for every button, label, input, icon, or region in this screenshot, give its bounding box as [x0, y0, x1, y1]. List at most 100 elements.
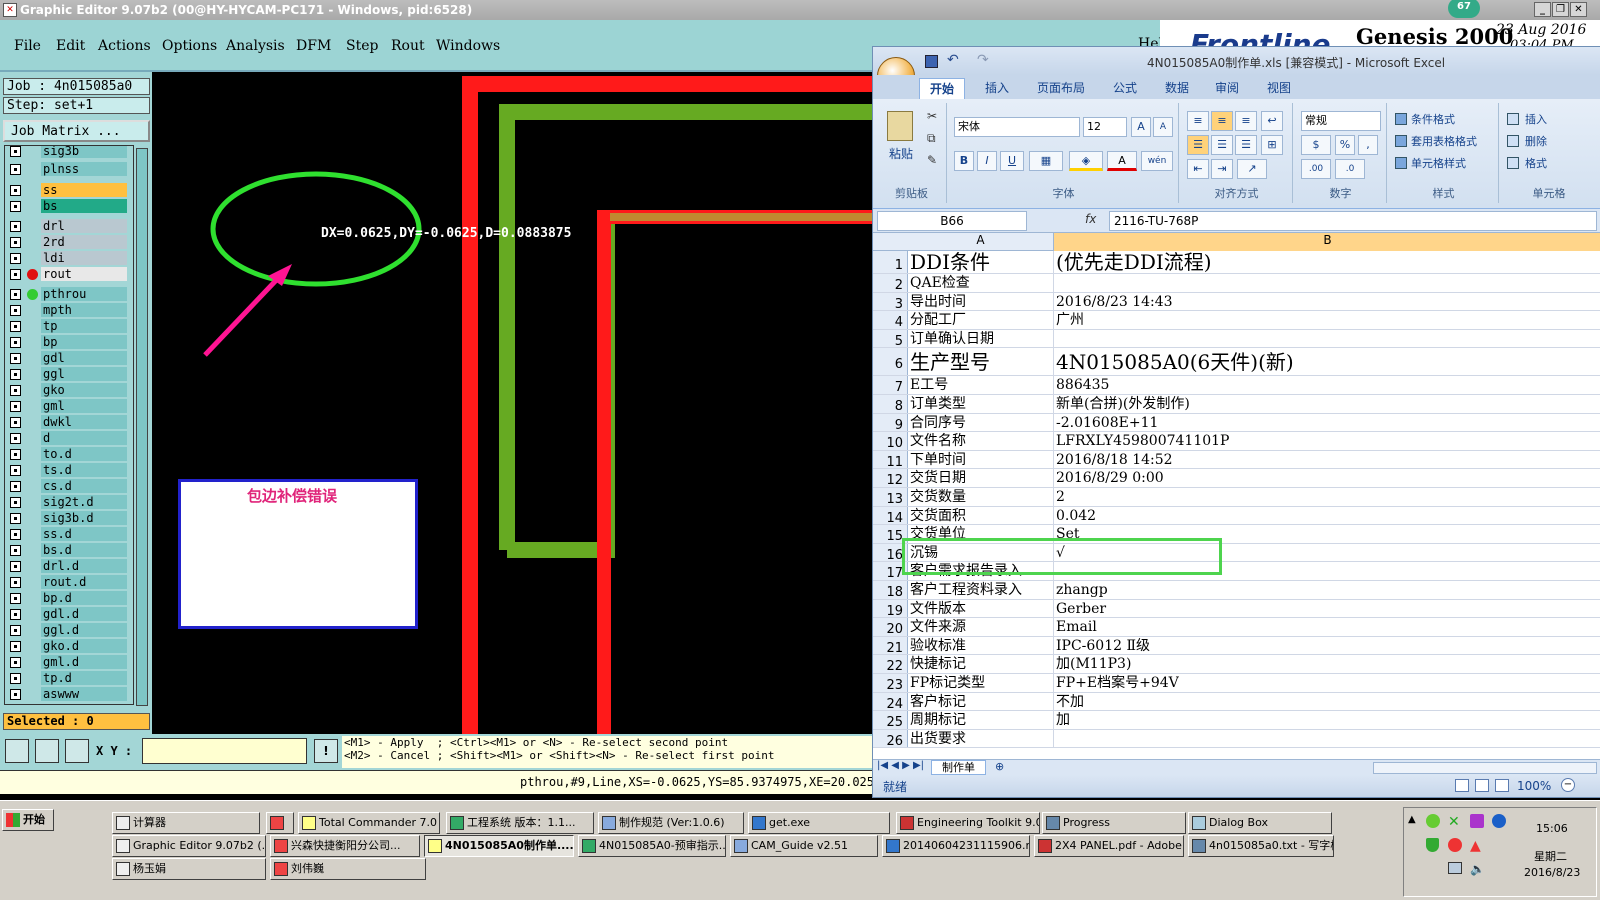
zoom-level[interactable]: 100%	[1517, 779, 1551, 793]
layer-row[interactable]: ss.d	[5, 527, 133, 541]
layer-name[interactable]: ldi	[41, 251, 127, 265]
layer-name[interactable]: gdl.d	[41, 607, 127, 621]
shrink-font-button[interactable]: A	[1153, 117, 1173, 137]
excel-title-bar[interactable]: ↶ ↷ 4N015085A0制作单.xls [兼容模式] - Microsoft…	[873, 47, 1600, 95]
layer-checkbox[interactable]	[10, 201, 21, 212]
layer-row[interactable]: ss	[5, 183, 133, 197]
save-icon[interactable]	[925, 55, 938, 68]
cell-a[interactable]: 周期标记	[908, 711, 1054, 729]
layer-name[interactable]: bs.d	[41, 543, 127, 557]
layer-name[interactable]: pthrou	[41, 287, 127, 301]
layer-row[interactable]: sig2t.d	[5, 495, 133, 509]
table-row[interactable]: 10 文件名称 LFRXLY459800741101P	[873, 432, 1600, 451]
row-header[interactable]: 11	[873, 450, 908, 470]
table-row[interactable]: 1 DDI条件 (优先走DDI流程)	[873, 251, 1600, 274]
layer-row[interactable]: gml.d	[5, 655, 133, 669]
layer-row[interactable]: ldi	[5, 251, 133, 265]
table-row[interactable]: 20 文件来源 Email	[873, 618, 1600, 637]
undo-icon[interactable]: ↶	[947, 52, 959, 68]
cell-b[interactable]: 加	[1054, 711, 1600, 729]
cell-a[interactable]: FP标记类型	[908, 674, 1054, 692]
layer-row[interactable]: bs	[5, 199, 133, 213]
redo-icon[interactable]: ↷	[977, 52, 989, 68]
layer-row[interactable]: pthrou	[5, 287, 133, 301]
cell-b[interactable]: IPC-6012 Ⅱ级	[1054, 637, 1600, 655]
minimize-icon[interactable]: _	[1534, 2, 1551, 17]
layer-checkbox[interactable]	[10, 185, 21, 196]
table-row[interactable]: 8 订单类型 新单(合拼)(外发制作)	[873, 395, 1600, 414]
layer-checkbox[interactable]	[10, 529, 21, 540]
decrease-decimal-button[interactable]: .0	[1335, 159, 1365, 179]
align-right-button[interactable]: ☰	[1235, 135, 1257, 155]
tray-icon-7[interactable]: ▲	[1470, 838, 1481, 854]
menu-rout[interactable]: Rout	[391, 38, 425, 54]
cell-b[interactable]: (优先走DDI流程)	[1054, 251, 1600, 273]
layer-checkbox[interactable]	[10, 545, 21, 556]
layer-name[interactable]: bp	[41, 335, 127, 349]
column-header-b[interactable]: B	[1054, 233, 1600, 251]
menu-options[interactable]: Options	[162, 38, 217, 54]
layer-name[interactable]: d	[41, 431, 127, 445]
cell-a[interactable]: 下单时间	[908, 450, 1054, 469]
layer-row[interactable]: cs.d	[5, 479, 133, 493]
layer-checkbox[interactable]	[10, 337, 21, 348]
formula-input[interactable]: 2116-TU-768P	[1109, 211, 1597, 231]
layer-name[interactable]: to.d	[41, 447, 127, 461]
close-icon[interactable]: ✕	[1570, 2, 1587, 17]
taskbar-button[interactable]: Progress	[1042, 812, 1186, 834]
taskbar-button[interactable]: Graphic Editor 9.07b2 (...	[112, 835, 266, 857]
row-header[interactable]: 26	[873, 729, 908, 749]
taskbar-button[interactable]: 计算器	[112, 812, 260, 834]
cell-b[interactable]: Email	[1054, 618, 1600, 636]
layer-name[interactable]: sig3b.d	[41, 511, 127, 525]
layer-checkbox[interactable]	[10, 497, 21, 508]
taskbar-button[interactable]: 刘伟巍	[270, 858, 426, 880]
cell-a[interactable]: 验收标准	[908, 636, 1054, 655]
layer-checkbox[interactable]	[10, 401, 21, 412]
zoom-out-icon[interactable]: −	[1561, 778, 1575, 792]
table-row[interactable]: 25 周期标记加	[873, 711, 1600, 730]
table-row[interactable]: 18 客户工程资料录入 zhangp	[873, 581, 1600, 600]
layer-row[interactable]: drl.d	[5, 559, 133, 573]
layer-name[interactable]: dwkl	[41, 415, 127, 429]
sheet-tab[interactable]: 制作单	[931, 760, 986, 775]
layer-checkbox[interactable]	[10, 417, 21, 428]
row-header[interactable]: 12	[873, 469, 908, 488]
align-bottom-button[interactable]: ≡	[1235, 111, 1257, 131]
row-header[interactable]: 25	[873, 711, 908, 730]
menu-step[interactable]: Step	[346, 38, 378, 54]
cell-a[interactable]: 合同序号	[908, 413, 1054, 432]
table-row[interactable]: 5 订单确认日期	[873, 329, 1600, 349]
layer-checkbox[interactable]	[10, 609, 21, 620]
cell-b[interactable]: 加(M11P3)	[1054, 655, 1600, 673]
layer-checkbox[interactable]	[10, 513, 21, 524]
cell-b[interactable]: 新单(合拼)(外发制作)	[1054, 395, 1600, 413]
insert-cells-button[interactable]: 插入	[1525, 111, 1547, 127]
layer-row[interactable]: sig3b.d	[5, 511, 133, 525]
table-row[interactable]: 19 文件版本 Gerber	[873, 599, 1600, 619]
layer-list[interactable]: sig3b plnss ss bs drl 2rd ldi rout pthrou mpth tp b…	[4, 145, 134, 705]
paste-icon[interactable]	[887, 111, 913, 141]
tab-data[interactable]: 数据	[1155, 78, 1199, 99]
menu-actions[interactable]: Actions	[98, 38, 151, 54]
layer-checkbox[interactable]	[10, 689, 21, 700]
network-icon[interactable]	[1448, 862, 1462, 874]
indent-increase-button[interactable]: ⇥	[1211, 159, 1233, 179]
taskbar-button[interactable]: 2X4 PANEL.pdf - Adobe...	[1034, 835, 1184, 857]
table-row[interactable]: 4 分配工厂 广州	[873, 311, 1600, 330]
clock-time[interactable]: 15:06	[1536, 822, 1568, 835]
cell-a[interactable]: 分配工厂	[908, 311, 1054, 329]
row-header[interactable]: 8	[873, 395, 908, 414]
taskbar-button[interactable]: get.exe	[748, 812, 890, 834]
genesis-title-bar[interactable]: ✕ Graphic Editor 9.07b2 (00@HY-HYCAM-PC1…	[0, 0, 1600, 20]
view-normal-icon[interactable]	[1455, 779, 1469, 792]
row-header[interactable]: 1	[873, 251, 908, 273]
layer-name[interactable]: gko	[41, 383, 127, 397]
cell-b[interactable]: LFRXLY459800741101P	[1054, 432, 1600, 450]
paste-label[interactable]: 粘贴	[889, 145, 913, 162]
layer-row[interactable]: bs.d	[5, 543, 133, 557]
layer-checkbox[interactable]	[10, 353, 21, 364]
cut-icon[interactable]: ✂	[927, 109, 937, 123]
number-format-select[interactable]: 常规	[1301, 111, 1381, 131]
cell-b[interactable]: 2016/8/18 14:52	[1054, 451, 1600, 469]
